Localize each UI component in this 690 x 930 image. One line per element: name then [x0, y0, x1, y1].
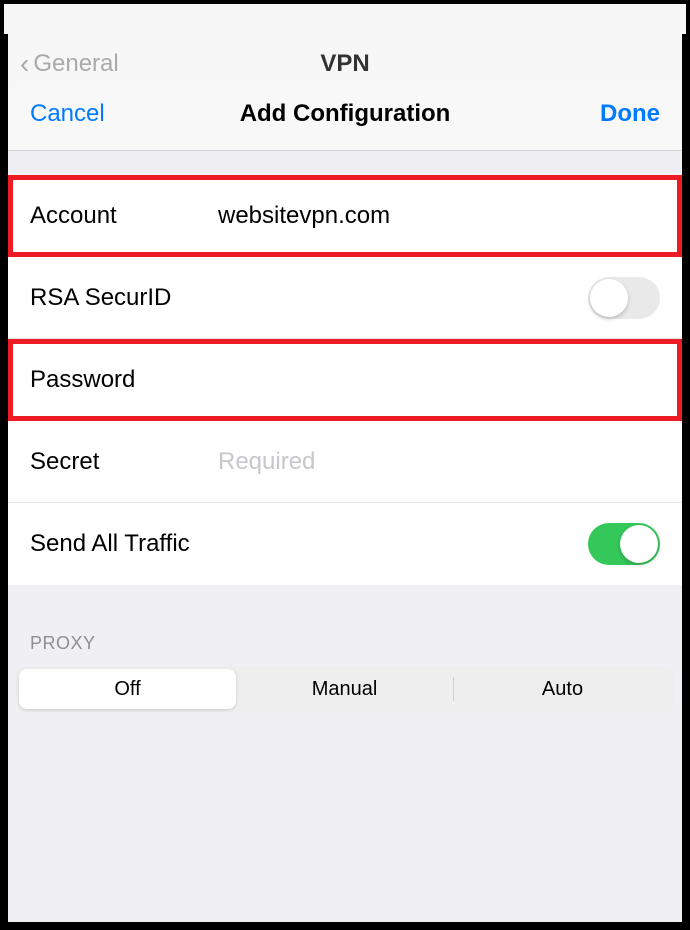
password-label: Password [30, 366, 218, 394]
account-label: Account [30, 202, 218, 230]
proxy-segmented-control: Off Manual Auto [16, 666, 674, 712]
secret-label: Secret [30, 448, 218, 476]
proxy-segment-auto[interactable]: Auto [454, 669, 671, 709]
cancel-button[interactable]: Cancel [30, 100, 105, 128]
account-row: Account [8, 175, 682, 257]
secret-input[interactable] [218, 448, 660, 476]
toggle-knob-icon [620, 525, 658, 563]
rsa-securid-row: RSA SecurID [8, 257, 682, 339]
add-configuration-modal: Cancel Add Configuration Done Account RS… [8, 78, 682, 922]
password-input[interactable] [218, 366, 660, 394]
rsa-securid-toggle[interactable] [588, 277, 660, 319]
background-page-title: VPN [320, 50, 369, 78]
proxy-segment-manual[interactable]: Manual [236, 669, 453, 709]
back-button-label: General [33, 50, 118, 78]
password-row: Password [8, 339, 682, 421]
proxy-section-header: PROXY [8, 585, 682, 666]
secret-row: Secret [8, 421, 682, 503]
status-bar [4, 4, 686, 34]
proxy-segment-off[interactable]: Off [19, 669, 236, 709]
send-all-traffic-toggle[interactable] [588, 523, 660, 565]
send-all-traffic-row: Send All Traffic [8, 503, 682, 585]
send-all-traffic-label: Send All Traffic [30, 530, 190, 558]
modal-header: Cancel Add Configuration Done [8, 78, 682, 151]
done-button[interactable]: Done [600, 100, 660, 128]
account-input[interactable] [218, 202, 660, 230]
toggle-knob-icon [590, 279, 628, 317]
back-chevron-icon: ‹ [20, 48, 29, 80]
rsa-securid-label: RSA SecurID [30, 284, 171, 312]
modal-title: Add Configuration [240, 100, 451, 128]
form-section: Account RSA SecurID Password Secret [8, 175, 682, 585]
